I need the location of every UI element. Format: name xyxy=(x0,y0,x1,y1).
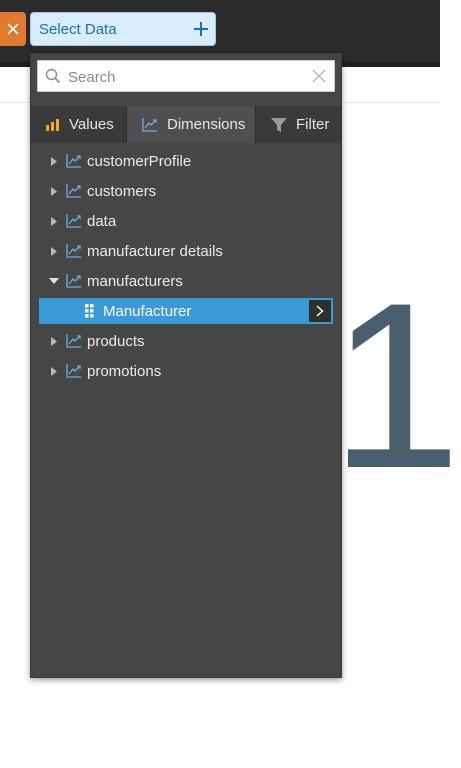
tree-item-label: manufacturer details xyxy=(87,242,223,260)
select-data-label: Select Data xyxy=(39,21,117,38)
tree-item-customerprofile[interactable]: customerProfile xyxy=(31,146,341,176)
tab-dimensions[interactable]: Dimensions xyxy=(126,106,256,143)
chevron-right-icon[interactable] xyxy=(49,186,59,196)
tree-item-label: promotions xyxy=(87,362,162,380)
tree-item-data[interactable]: data xyxy=(31,206,341,236)
close-icon xyxy=(7,23,19,35)
tab-values-label: Values xyxy=(69,116,114,133)
search-icon xyxy=(45,68,61,84)
tree-item-manufacturer-details[interactable]: manufacturer details xyxy=(31,236,341,266)
tree-item-label: data xyxy=(87,212,117,230)
clear-search-icon[interactable] xyxy=(312,69,326,83)
dimension-icon xyxy=(65,333,83,349)
kpi-value: 1 xyxy=(330,254,461,518)
tab-dimensions-label: Dimensions xyxy=(167,116,246,133)
dimension-icon xyxy=(65,243,83,259)
dimension-icon xyxy=(65,363,83,379)
tree-item-manufacturer[interactable]: Manufacturer xyxy=(39,298,333,324)
tree-item-label: customers xyxy=(87,182,157,200)
tree-item-label: Manufacturer xyxy=(103,302,192,320)
tree-item-customers[interactable]: customers xyxy=(31,176,341,206)
search-input[interactable] xyxy=(66,65,306,89)
tree-item-label: manufacturers xyxy=(87,272,183,290)
expand-button[interactable] xyxy=(309,300,331,322)
chevron-right-icon xyxy=(316,305,324,317)
dimension-icon xyxy=(141,117,159,133)
select-data-panel: Values Dimensions Filter xyxy=(30,53,342,678)
dimension-icon xyxy=(65,153,83,169)
tree-item-manufacturers[interactable]: manufacturers xyxy=(31,266,341,296)
tab-filter-label: Filter xyxy=(296,116,330,133)
dimension-icon xyxy=(65,183,83,199)
chevron-down-icon[interactable] xyxy=(49,276,59,286)
select-data-button[interactable]: Select Data xyxy=(30,12,216,46)
chevron-right-icon[interactable] xyxy=(49,366,59,376)
close-button[interactable] xyxy=(0,12,26,46)
dimension-icon xyxy=(65,273,83,289)
chevron-right-icon[interactable] xyxy=(49,216,59,226)
dimension-tree: customerProfile customers data manufactu… xyxy=(31,146,341,386)
funnel-icon xyxy=(270,117,288,133)
tree-item-products[interactable]: products xyxy=(31,326,341,356)
chevron-right-icon[interactable] xyxy=(49,336,59,346)
plus-icon xyxy=(194,22,208,36)
tree-item-label: customerProfile xyxy=(87,152,192,170)
search-box xyxy=(37,60,335,92)
panel-tabs: Values Dimensions Filter xyxy=(31,106,341,143)
dimension-icon xyxy=(65,213,83,229)
tab-filter[interactable]: Filter xyxy=(256,106,341,143)
tree-item-label: products xyxy=(87,332,145,350)
chevron-right-icon[interactable] xyxy=(49,246,59,256)
chevron-right-icon[interactable] xyxy=(49,156,59,166)
tree-item-promotions[interactable]: promotions xyxy=(31,356,341,386)
tab-values[interactable]: Values xyxy=(31,106,126,143)
attribute-icon xyxy=(85,304,94,318)
bar-chart-icon xyxy=(45,118,61,132)
